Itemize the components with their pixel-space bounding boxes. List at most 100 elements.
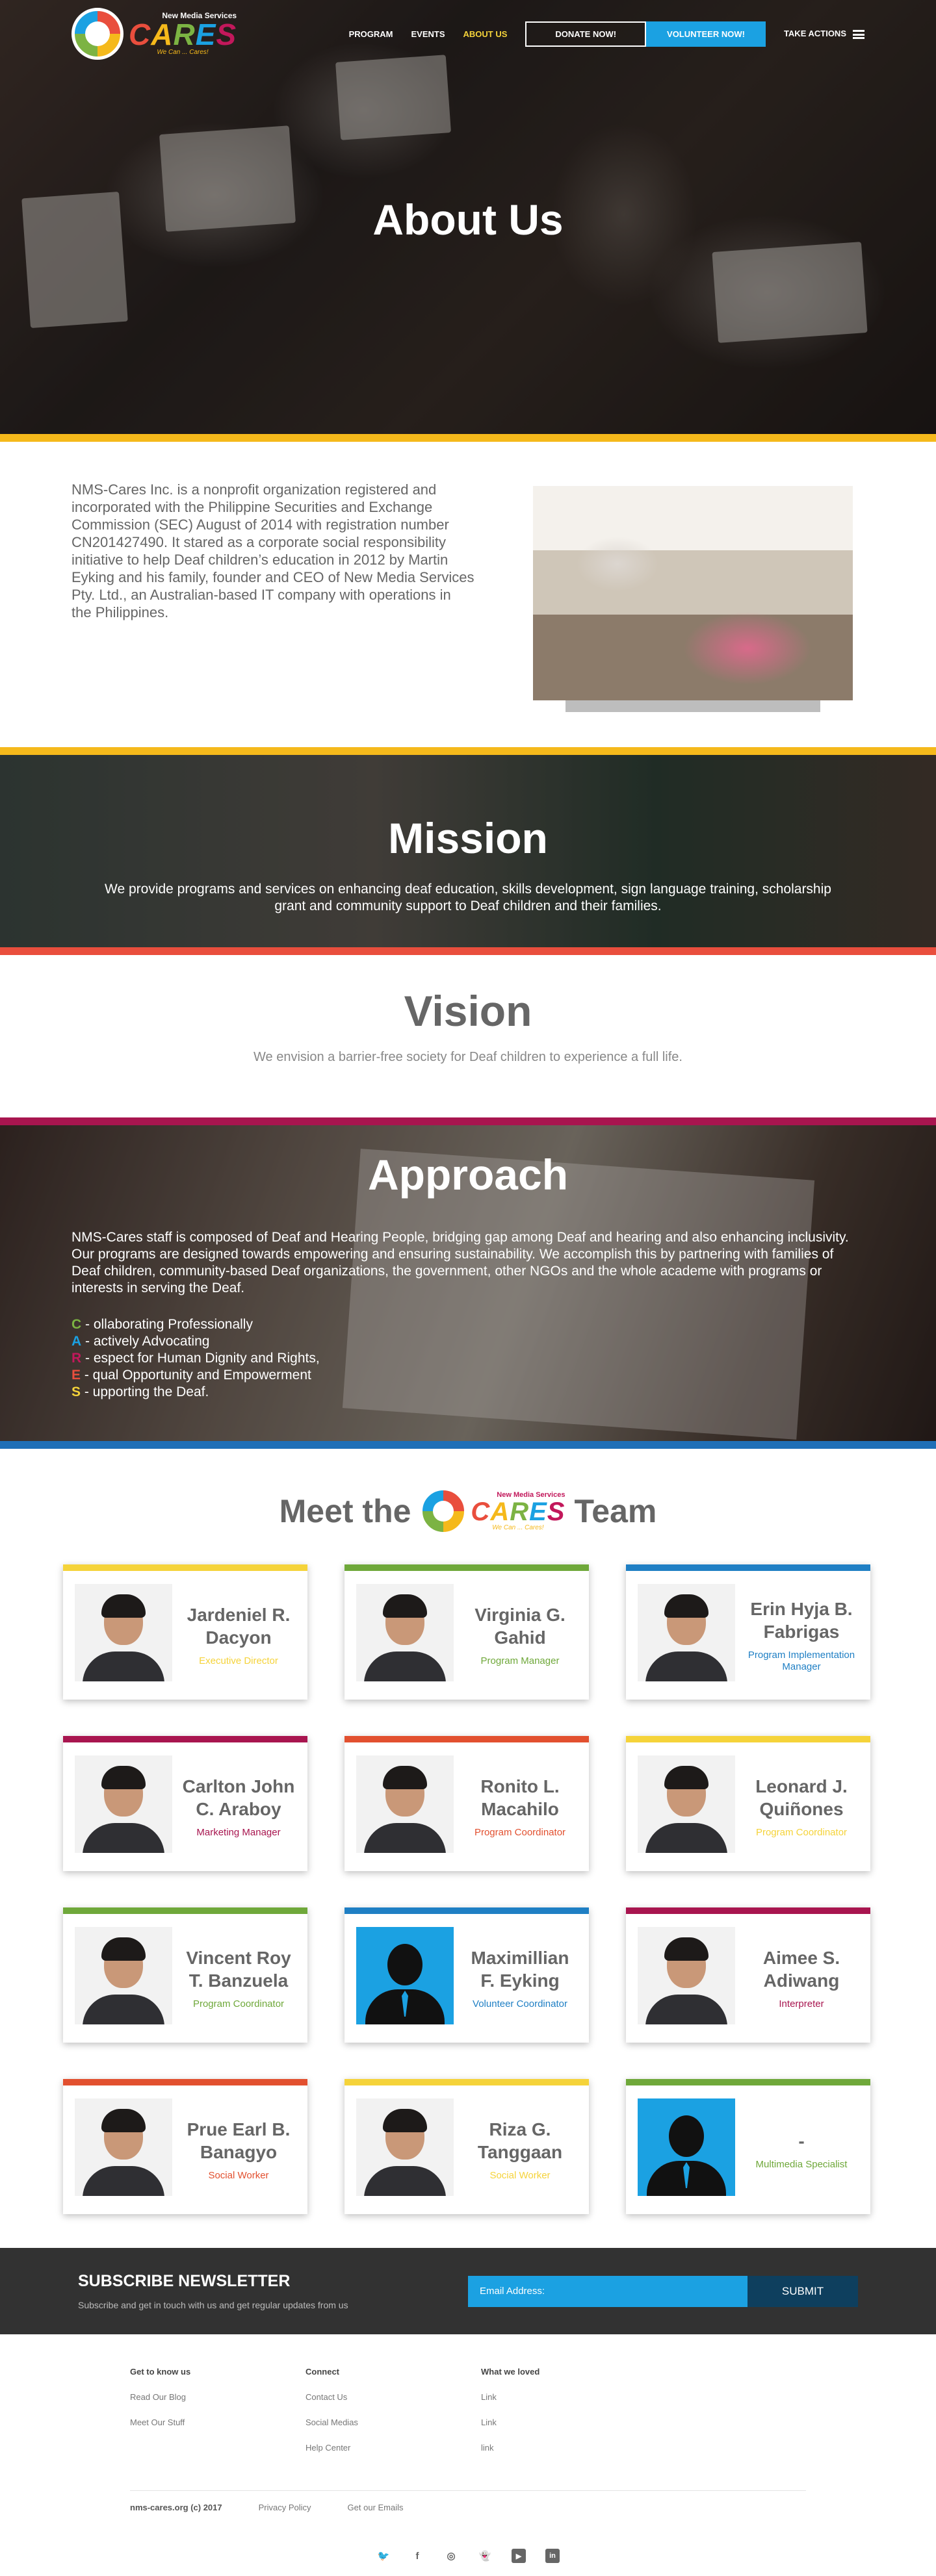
footer-link[interactable]: Link [481, 2417, 656, 2427]
twitter-icon[interactable]: 🐦 [376, 2549, 391, 2563]
mission-section: Mission We provide programs and services… [0, 747, 936, 955]
cares-list: C - ollaborating Professionally A - acti… [72, 1316, 864, 1401]
nav-about-link[interactable]: ABOUT US [463, 29, 508, 39]
avatar [356, 2098, 454, 2196]
avatar-placeholder-icon [638, 2098, 735, 2196]
logo-wordmark: CARES [129, 18, 237, 51]
footer-column-title: Get to know us [130, 2367, 191, 2377]
team-grid: Jardeniel R. Dacyon Executive Director Vir… [0, 1546, 936, 2214]
avatar [75, 1584, 172, 1681]
vision-title: Vision [404, 987, 532, 1035]
member-name: Riza G. Tanggaan [477, 2119, 563, 2162]
newsletter-title: SUBSCRIBE NEWSLETTER [78, 2272, 291, 2290]
member-role: Social Worker [208, 2170, 269, 2181]
logo-tagline: We Can ... Cares! [492, 1524, 544, 1531]
team-card: Vincent Roy T. Banzuela Program Coordinat… [63, 1907, 307, 2043]
avatar [75, 1927, 172, 2024]
team-card: Riza G. Tanggaan Social Worker [344, 2079, 589, 2214]
globe-logo-icon [72, 8, 124, 60]
logo-wordmark: CARES [471, 1497, 566, 1526]
member-role: Program Implementation Manager [748, 1650, 855, 1672]
linkedin-icon[interactable]: in [545, 2549, 560, 2563]
member-name: Vincent Roy T. Banzuela [186, 1948, 291, 1991]
footer-link-contact[interactable]: Contact Us [306, 2392, 481, 2402]
avatar [75, 1755, 172, 1853]
avatar [75, 2098, 172, 2196]
member-name: Erin Hyja B. Fabrigas [750, 1599, 853, 1642]
newsletter-section: SUBSCRIBE NEWSLETTER Subscribe and get i… [0, 2248, 936, 2334]
footer: Get to know us Read Our Blog Meet Our St… [0, 2334, 936, 2576]
footer-link-stuff[interactable]: Meet Our Stuff [130, 2417, 306, 2427]
mission-title: Mission [388, 814, 548, 862]
email-field[interactable] [468, 2275, 748, 2307]
snapchat-icon[interactable]: 👻 [478, 2549, 492, 2563]
take-actions-label: TAKE ACTIONS [783, 29, 846, 39]
team-card: Ronito L. Macahilo Program Coordinator [344, 1736, 589, 1871]
member-name: Aimee S. Adiwang [762, 1948, 840, 1991]
hero-section: New Media Services CARES We Can ... Care… [0, 0, 936, 442]
member-role: Interpreter [779, 1998, 824, 2009]
vision-section: Vision We envision a barrier-free societ… [0, 955, 936, 1117]
footer-column-title: Connect [306, 2367, 339, 2377]
team-card: Virginia G. Gahid Program Manager [344, 1564, 589, 1700]
approach-title: Approach [367, 1151, 569, 1199]
cares-item-s: S - upporting the Deaf. [72, 1384, 209, 1399]
newsletter-subtitle: Subscribe and get in touch with us and g… [78, 2300, 348, 2310]
team-logo: New Media Services CARES We Can ... Care… [420, 1488, 565, 1535]
intro-photo [533, 486, 853, 712]
hamburger-menu-icon [853, 29, 864, 39]
get-emails-link[interactable]: Get our Emails [348, 2503, 404, 2512]
avatar-placeholder-icon [356, 1927, 454, 2024]
main-nav: New Media Services CARES We Can ... Care… [0, 0, 936, 68]
footer-link-blog[interactable]: Read Our Blog [130, 2392, 306, 2402]
youtube-icon[interactable]: ▶ [512, 2549, 526, 2563]
vision-text: We envision a barrier-free society for D… [254, 1050, 682, 1064]
member-role: Program Coordinator [192, 1998, 285, 2009]
footer-column-loved: What we loved Link Link link [481, 2367, 656, 2468]
cares-item-c: C - ollaborating Professionally [72, 1317, 253, 1332]
site-logo[interactable]: New Media Services CARES We Can ... Care… [72, 8, 237, 60]
take-actions-menu[interactable]: TAKE ACTIONS [784, 29, 864, 39]
nav-program-link[interactable]: PROGRAM [349, 29, 393, 39]
avatar [638, 1755, 735, 1853]
member-role: Marketing Manager [196, 1827, 281, 1838]
privacy-policy-link[interactable]: Privacy Policy [259, 2503, 311, 2512]
footer-link[interactable]: Link [481, 2392, 656, 2402]
globe-logo-icon [420, 1488, 467, 1535]
footer-column-title: What we loved [481, 2367, 540, 2377]
member-name: - [798, 2130, 805, 2151]
member-role: Program Coordinator [474, 1827, 566, 1838]
team-card: Leonard J. Quiñones Program Coordinator [626, 1736, 870, 1871]
avatar [638, 1927, 735, 2024]
member-name: Leonard J. Quiñones [755, 1776, 848, 1819]
team-card: Prue Earl B. Banagyo Social Worker [63, 2079, 307, 2214]
team-card: Carlton John C. Araboy Marketing Manager [63, 1736, 307, 1871]
team-card: Aimee S. Adiwang Interpreter [626, 1907, 870, 2043]
team-heading-before: Meet the [279, 1493, 411, 1529]
facebook-icon[interactable]: f [410, 2549, 424, 2563]
member-role: Program Coordinator [755, 1827, 848, 1838]
member-role: Executive Director [199, 1655, 278, 1666]
donate-button[interactable]: DONATE NOW! [525, 21, 647, 47]
intro-text: NMS-Cares Inc. is a nonprofit organizati… [72, 481, 474, 620]
intro-section: NMS-Cares Inc. is a nonprofit organizati… [0, 442, 936, 747]
team-card: Maximillian F. Eyking Volunteer Coordinat… [344, 1907, 589, 2043]
member-name: Maximillian F. Eyking [471, 1948, 569, 1991]
footer-link[interactable]: link [481, 2443, 656, 2453]
avatar [356, 1755, 454, 1853]
member-name: Carlton John C. Araboy [182, 1776, 295, 1819]
footer-column-connect: Connect Contact Us Social Medias Help Ce… [306, 2367, 481, 2468]
team-heading: Meet the New Media Services CARES We Can… [0, 1449, 936, 1546]
instagram-icon[interactable]: ◎ [444, 2549, 458, 2563]
member-name: Virginia G. Gahid [474, 1605, 566, 1648]
nav-events-link[interactable]: EVENTS [411, 29, 445, 39]
footer-link-social[interactable]: Social Medias [306, 2417, 481, 2427]
member-name: Prue Earl B. Banagyo [187, 2119, 291, 2162]
mission-text: We provide programs and services on enha… [105, 882, 831, 913]
approach-text: NMS-Cares staff is composed of Deaf and … [72, 1230, 849, 1295]
submit-button[interactable]: SUBMIT [748, 2275, 858, 2307]
logo-tagline: We Can ... Cares! [157, 49, 209, 56]
footer-link-help[interactable]: Help Center [306, 2443, 481, 2453]
accent-divider [0, 434, 936, 442]
volunteer-button[interactable]: VOLUNTEER NOW! [646, 21, 766, 47]
